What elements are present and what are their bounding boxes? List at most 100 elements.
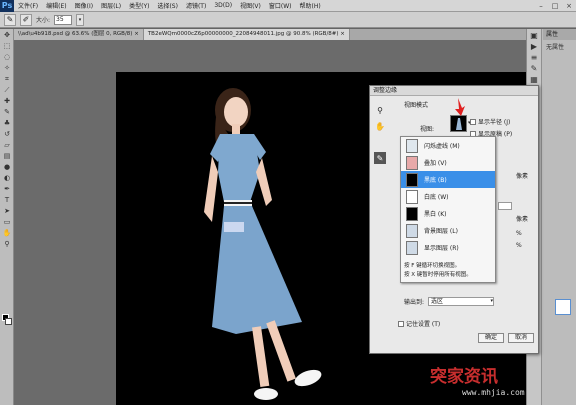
dodge-tool-icon[interactable]: ◐: [1, 173, 13, 183]
chevron-down-icon[interactable]: ▾: [76, 13, 85, 26]
eraser-tool-icon[interactable]: ▱: [1, 140, 13, 150]
brush-preset-icon[interactable]: ✎: [4, 13, 16, 26]
path-select-tool-icon[interactable]: ➤: [1, 206, 13, 216]
gradient-tool-icon[interactable]: ▤: [1, 151, 13, 161]
hand-icon[interactable]: ✋: [374, 120, 386, 132]
view-option-on-white[interactable]: 白底 (W): [401, 188, 495, 205]
hand-tool-icon[interactable]: ✋: [1, 228, 13, 238]
cancel-button[interactable]: 取消: [508, 333, 534, 343]
history-panel-icon[interactable]: ▣: [528, 30, 540, 40]
output-select[interactable]: 选区 ▾: [428, 297, 495, 306]
unit-pixels: 像素: [516, 216, 529, 223]
view-option-on-black[interactable]: 黑底 (B): [401, 171, 495, 188]
checkbox-icon[interactable]: [398, 320, 404, 327]
shape-tool-icon[interactable]: ▭: [1, 217, 13, 227]
crop-tool-icon[interactable]: ⌗: [1, 74, 13, 84]
menu-window[interactable]: 窗口(W): [265, 1, 296, 10]
actions-panel-icon[interactable]: ▶: [528, 41, 540, 51]
view-thumb-icon: [406, 189, 418, 204]
pen-tool-icon[interactable]: ✒: [1, 184, 13, 194]
view-mode-popup: 闪烁虚线 (M) 叠加 (V) 黑底 (B) 白底 (W) 黑白 (K) 背景图…: [400, 136, 496, 283]
eyedropper-tool-icon[interactable]: ⟋: [1, 85, 13, 95]
view-mode-thumbnail[interactable]: [450, 115, 467, 132]
view-thumb-icon: [406, 138, 418, 153]
checkbox-icon[interactable]: [470, 118, 476, 125]
tab-document-psd[interactable]: \\ad\u4b918.psd @ 63.6% (图层 0, RGB/8) ×: [14, 29, 144, 40]
view-thumb-icon: [406, 206, 418, 221]
toolbox: ✥ ⬚ ◌ ✧ ⌗ ⟋ ✚ ✎ ♣ ↺ ▱ ▤ ● ◐ ✒ T ➤ ▭ ✋ ⚲: [0, 29, 14, 405]
red-arrow-icon: [455, 98, 465, 116]
watermark-url: www.mhjia.com: [462, 388, 525, 397]
menu-file[interactable]: 文件(F): [14, 1, 42, 10]
quick-select-tool-icon[interactable]: ✧: [1, 63, 13, 73]
refine-radius-brush-icon[interactable]: ✎: [374, 152, 386, 164]
value-input[interactable]: [498, 202, 512, 210]
view-hint-cycle: 按 F 键循环切换视图。: [404, 263, 461, 269]
brush-panel-icon[interactable]: ✎: [528, 63, 540, 73]
layer-thumbnail[interactable]: [555, 299, 571, 315]
background-color-swatch[interactable]: [5, 318, 12, 325]
unit-percent: %: [516, 242, 522, 249]
ok-button[interactable]: 确定: [478, 333, 504, 343]
properties-panel-icon[interactable]: ≡: [528, 52, 540, 62]
show-radius-checkbox[interactable]: 显示半径 (J): [470, 117, 510, 126]
menu-edit[interactable]: 编辑(E): [42, 1, 70, 10]
output-label: 输出到:: [404, 299, 425, 306]
menu-filter[interactable]: 滤镜(T): [182, 1, 210, 10]
view-option-overlay[interactable]: 叠加 (V): [401, 154, 495, 171]
maximize-button[interactable]: □: [548, 0, 562, 12]
window-controls: – □ ×: [534, 0, 576, 12]
view-thumb-icon: [406, 223, 418, 238]
menu-view[interactable]: 视图(V): [236, 1, 265, 10]
properties-empty-text: 无属性: [546, 44, 565, 51]
view-thumb-icon: [406, 240, 418, 255]
menu-3d[interactable]: 3D(D): [210, 2, 236, 9]
move-tool-icon[interactable]: ✥: [1, 30, 13, 40]
menu-layer[interactable]: 图层(L): [97, 1, 125, 10]
menu-type[interactable]: 类型(Y): [125, 1, 153, 10]
options-bar: ✎ ✐ 大小: 35 ▾: [0, 12, 576, 28]
brush-size-input[interactable]: 35: [54, 14, 73, 25]
lasso-tool-icon[interactable]: ◌: [1, 52, 13, 62]
tab-document-jpg[interactable]: TB2eWQm0000cZ6p00000000_22084948011.jpg …: [143, 29, 350, 40]
output-row: 输出到: 选区 ▾: [404, 297, 495, 306]
zoom-icon[interactable]: ⚲: [374, 104, 386, 116]
size-label: 大小:: [36, 17, 51, 24]
swatches-panel-icon[interactable]: ▦: [528, 74, 540, 84]
menu-select[interactable]: 选择(S): [153, 1, 182, 10]
minimize-button[interactable]: –: [534, 0, 548, 12]
photoshop-logo: Ps: [0, 0, 14, 12]
watermark-logo: 突家资讯: [430, 367, 498, 387]
view-label: 视图:: [420, 126, 435, 133]
menu-image[interactable]: 图像(I): [71, 1, 97, 10]
document-tabs: \\ad\u4b918.psd @ 63.6% (图层 0, RGB/8) × …: [14, 29, 526, 40]
view-mode-heading: 视图模式: [404, 102, 429, 109]
close-button[interactable]: ×: [562, 0, 576, 12]
remember-settings-checkbox[interactable]: 记住设置 (T): [398, 319, 440, 328]
stamp-tool-icon[interactable]: ♣: [1, 118, 13, 128]
blur-tool-icon[interactable]: ●: [1, 162, 13, 172]
brush-tool-icon[interactable]: ✎: [1, 107, 13, 117]
zoom-tool-icon[interactable]: ⚲: [1, 239, 13, 249]
chevron-down-icon: ▾: [490, 298, 494, 304]
history-brush-icon[interactable]: ↺: [1, 129, 13, 139]
menu-bar: Ps 文件(F) 编辑(E) 图像(I) 图层(L) 类型(Y) 选择(S) 滤…: [0, 0, 576, 12]
view-option-on-layers[interactable]: 背景图层 (L): [401, 222, 495, 239]
dialog-title: 调整边缘: [370, 86, 538, 96]
marquee-tool-icon[interactable]: ⬚: [1, 41, 13, 51]
view-option-marching-ants[interactable]: 闪烁虚线 (M): [401, 137, 495, 154]
menu-help[interactable]: 帮助(H): [296, 1, 325, 10]
brush-mode-icon[interactable]: ✐: [20, 13, 32, 26]
refine-edge-dialog: 调整边缘 ⚲ ✋ ✎ 视图模式 视图: ▾ 显示半径 (J) 显示原稿 (P) …: [369, 85, 539, 354]
dialog-toolbar: ⚲ ✋ ✎: [374, 104, 388, 168]
view-option-reveal-layer[interactable]: 显示图层 (R): [401, 239, 495, 256]
view-thumb-icon: [406, 155, 418, 170]
unit-pixels: 像素: [516, 173, 529, 180]
view-option-black-white[interactable]: 黑白 (K): [401, 205, 495, 222]
unit-percent: %: [516, 230, 522, 237]
view-hint-disable: 按 X 键暂时停用所有视图。: [404, 272, 472, 278]
healing-tool-icon[interactable]: ✚: [1, 96, 13, 106]
view-thumb-icon: [406, 172, 418, 187]
type-tool-icon[interactable]: T: [1, 195, 13, 205]
properties-panel-title[interactable]: 属性: [543, 29, 576, 40]
